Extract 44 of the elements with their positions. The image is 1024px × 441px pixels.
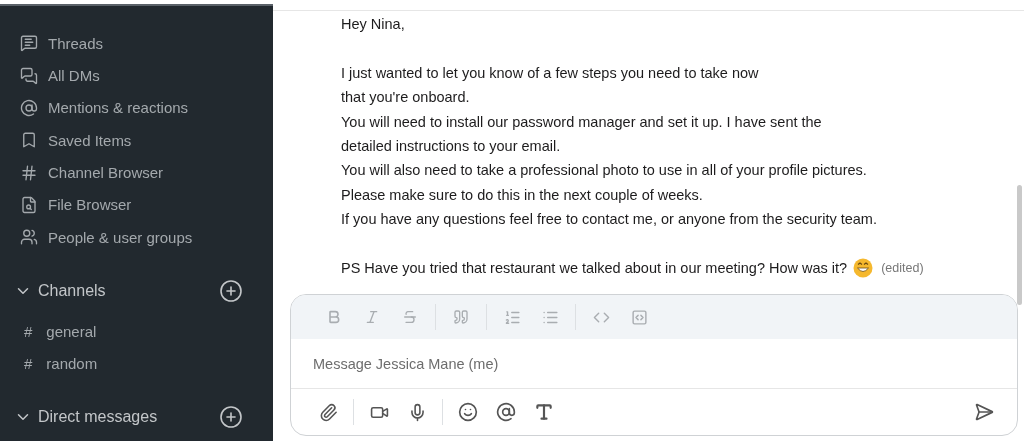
send-icon — [974, 402, 994, 422]
sidebar-item[interactable]: File Browser — [0, 188, 273, 222]
add-icon[interactable] — [219, 405, 243, 430]
section-title[interactable]: Direct messages — [38, 408, 158, 427]
numbered-list-icon — [503, 308, 521, 326]
file-search-icon — [20, 195, 38, 214]
paperclip-icon — [318, 402, 338, 422]
scrollbar[interactable] — [1017, 185, 1022, 305]
bookmark-icon — [20, 131, 38, 150]
italic-icon — [364, 309, 380, 325]
sidebar-item[interactable]: Threads — [0, 27, 273, 60]
smiley-icon — [458, 402, 478, 422]
message-text: If you have any questions feel free to contact me, or anyone from the security team. — [341, 210, 877, 230]
message-text: I just wanted to let you know of a few steps you need to take now — [341, 63, 759, 83]
threads-icon — [20, 34, 38, 53]
message-text: that you're onboard. — [341, 88, 470, 108]
channel-item[interactable]: # general — [0, 314, 273, 348]
sidebar-item[interactable]: Mentions & reactions — [0, 91, 273, 125]
edited-label: (edited) — [881, 260, 924, 278]
messages-icon — [20, 66, 38, 85]
channel-item[interactable]: # random — [0, 347, 273, 380]
message-text: PS Have you tried that restaurant we talked about in our meeting? How was it? — [341, 259, 848, 279]
sidebar-item[interactable]: Channel Browser — [0, 156, 273, 189]
message-text: Hey Nina, — [341, 15, 405, 34]
at-sign-icon — [20, 98, 38, 117]
section-title[interactable]: Channels — [38, 282, 106, 301]
sidebar-item[interactable]: People & user groups — [0, 221, 273, 254]
sidebar-item[interactable]: All DMs — [0, 59, 273, 92]
text-size-icon — [534, 402, 554, 422]
sidebar-item[interactable]: Saved Items — [0, 124, 273, 157]
message-text: Please make sure to do this in the next couple of weeks. — [341, 185, 703, 205]
message-text: detailed instructions to your email. — [341, 137, 561, 156]
grinning-emoji-icon — [853, 258, 874, 279]
bold-icon — [326, 309, 342, 325]
people-icon — [20, 228, 38, 247]
quote-icon — [453, 309, 469, 325]
at-sign-icon — [496, 402, 516, 422]
message-text: You will need to install our password manager and set it up. I have sent the — [341, 112, 822, 132]
code-block-icon — [630, 308, 648, 326]
hash-search-icon — [20, 163, 38, 182]
add-icon[interactable] — [219, 279, 243, 304]
message-composer[interactable]: Message Jessica Mane (me) — [290, 294, 1018, 436]
strikethrough-icon — [402, 309, 418, 325]
message-text: You will also need to take a professional photo to use in all of your profile pictures. — [341, 161, 867, 181]
